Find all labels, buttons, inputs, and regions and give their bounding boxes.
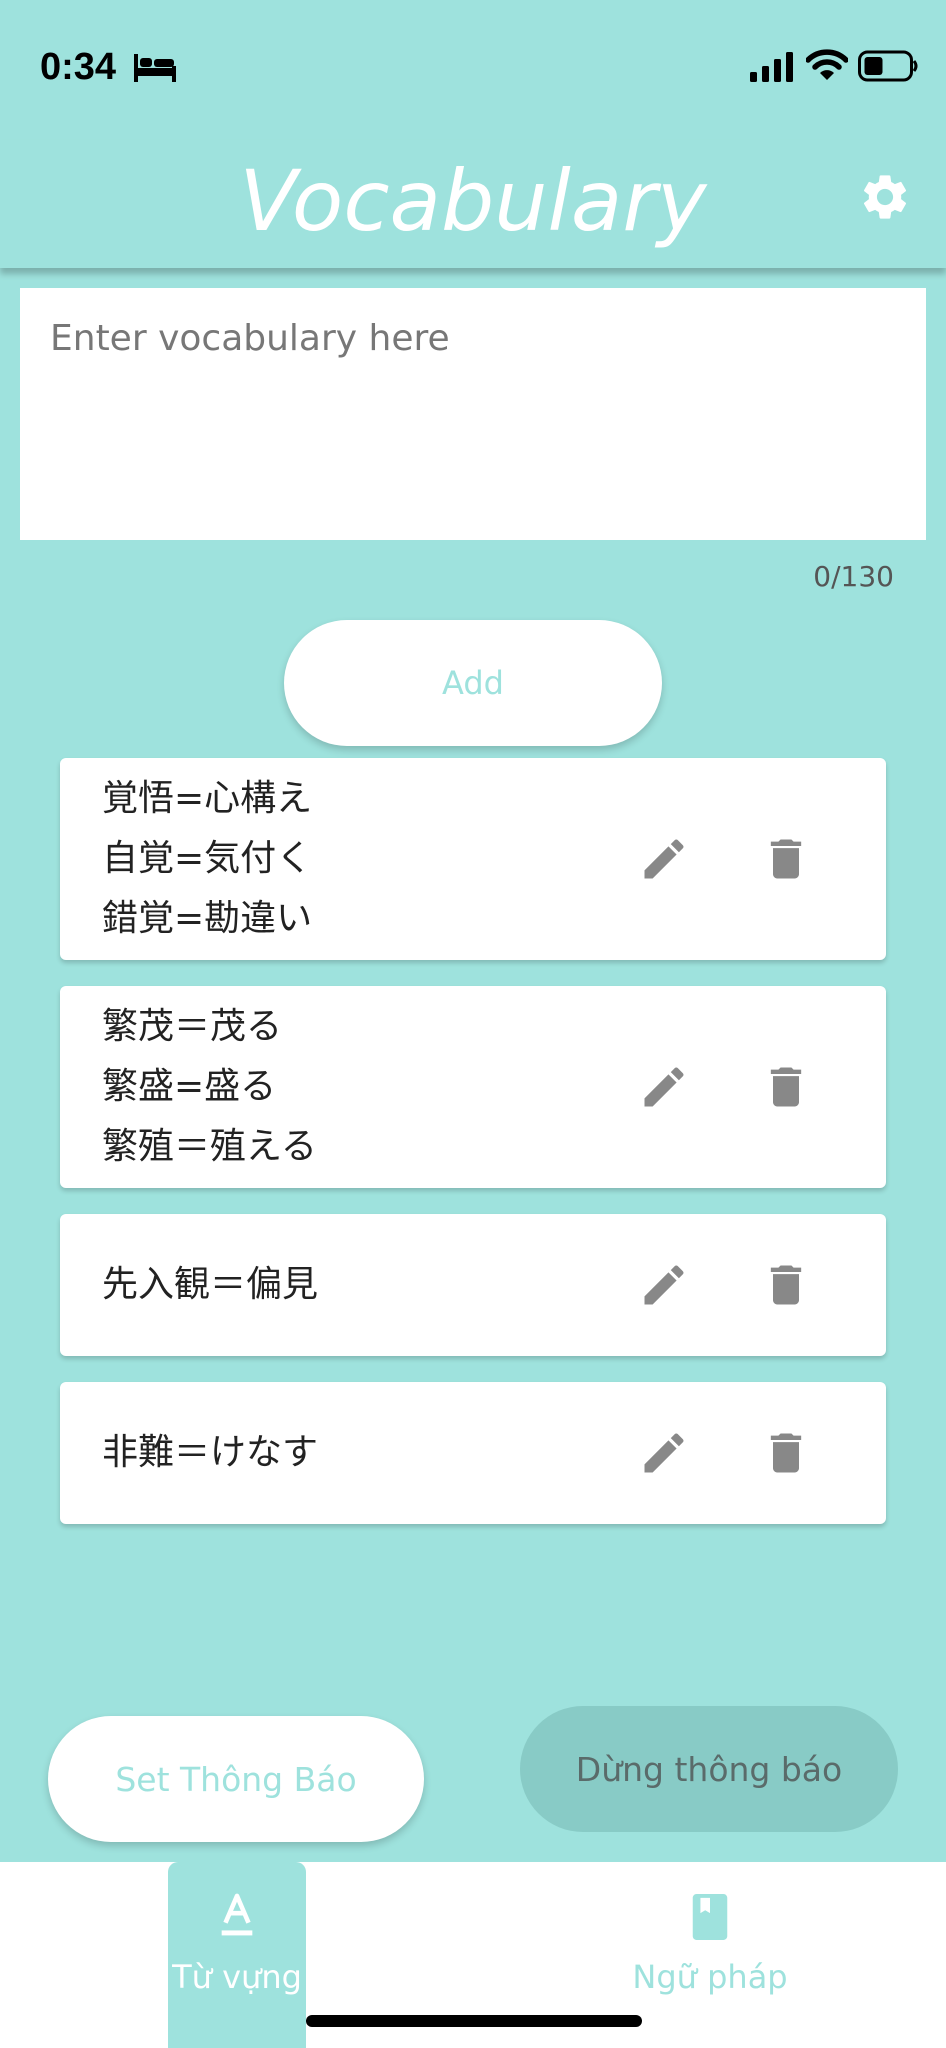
edit-icon[interactable] [638,1259,690,1311]
edit-icon[interactable] [638,1427,690,1479]
vocab-card: 繁茂＝茂る 繁盛=盛る 繁殖＝殖える [60,986,886,1188]
tab-vocabulary[interactable]: Từ vựng [168,1862,306,2048]
page-title: Vocabulary [239,152,707,250]
app-header: Vocabulary [0,140,946,268]
vocab-card: 覚悟=心構え 自覚=気付く 錯覚=勘違い [60,758,886,960]
delete-icon[interactable] [760,1259,812,1311]
book-icon [692,1894,728,1940]
vocab-text: 先入観＝偏見 [102,1255,318,1315]
vocab-card: 先入観＝偏見 [60,1214,886,1356]
wifi-icon [806,49,848,80]
delete-icon[interactable] [760,1061,812,1113]
home-indicator [306,2015,642,2027]
gear-icon[interactable] [858,170,912,224]
text-format-icon [221,1893,253,1936]
vocab-text: 繁茂＝茂る 繁盛=盛る 繁殖＝殖える [102,997,317,1177]
vocab-text: 非難＝けなす [102,1423,318,1483]
vocabulary-input[interactable] [20,288,926,540]
vocab-line: 繁茂＝茂る [102,1006,283,1047]
stop-notification-button[interactable]: Dừng thông báo [520,1706,898,1832]
edit-icon[interactable] [638,1061,690,1113]
vocab-line: 自覚=気付く [102,838,313,879]
set-notification-button[interactable]: Set Thông Báo [48,1716,424,1842]
vocab-text: 覚悟=心構え 自覚=気付く 錯覚=勘違い [102,769,312,949]
signal-icon [750,52,793,82]
add-button[interactable]: Add [284,620,662,746]
battery-icon [858,50,918,82]
vocab-line: 繁盛=盛る [102,1066,277,1107]
character-counter: 0/130 [813,560,894,593]
bed-icon [134,54,176,82]
status-bar: 0:34 [0,0,946,140]
vocab-line: 先入観＝偏見 [102,1264,319,1305]
tab-vocabulary-label: Từ vựng [172,1958,302,1996]
vocabulary-list: 覚悟=心構え 自覚=気付く 錯覚=勘違い 繁茂＝茂る 繁盛=盛る 繁殖＝殖える … [60,758,886,1550]
edit-icon[interactable] [638,833,690,885]
tab-grammar-label: Ngữ pháp [632,1958,788,1996]
vocab-line: 錯覚=勘違い [102,898,313,939]
delete-icon[interactable] [760,833,812,885]
vocab-line: 非難＝けなす [102,1432,319,1473]
vocab-card: 非難＝けなす [60,1382,886,1524]
delete-icon[interactable] [760,1427,812,1479]
status-time: 0:34 [40,46,117,88]
vocab-line: 覚悟=心構え [102,778,313,819]
vocab-line: 繁殖＝殖える [102,1126,317,1167]
